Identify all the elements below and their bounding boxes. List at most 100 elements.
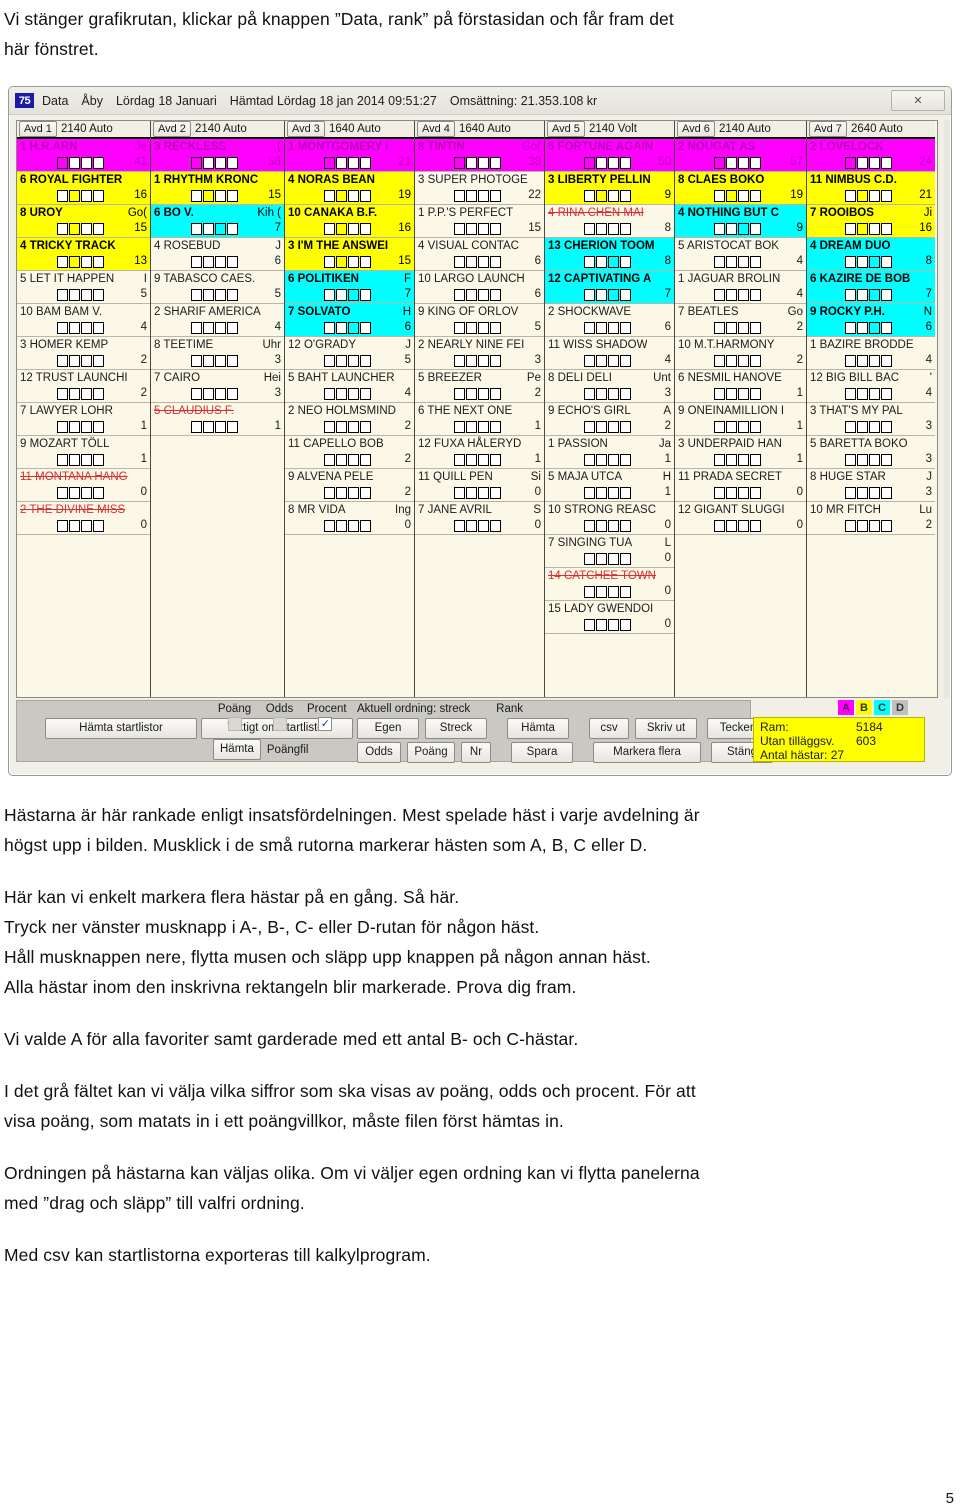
marker-box-a[interactable] [453, 453, 465, 466]
marker-box-b[interactable] [335, 453, 347, 466]
horse-row[interactable]: 8 HUGE STAR J 3 [807, 468, 935, 502]
marker-box-b[interactable] [857, 387, 869, 400]
abcd-marker-boxes[interactable] [453, 486, 502, 499]
marker-box-b[interactable] [857, 288, 869, 301]
marker-box-c[interactable] [738, 255, 750, 268]
marker-box-d[interactable] [489, 321, 501, 334]
marker-box-a[interactable] [453, 486, 465, 499]
marker-box-d[interactable] [226, 189, 238, 202]
marker-box-d[interactable] [359, 387, 371, 400]
marker-box-a[interactable] [323, 420, 335, 433]
horse-row[interactable]: 6 FORTUNE AGAIN 50 [545, 138, 674, 172]
marker-box-b[interactable] [68, 453, 80, 466]
marker-box-d[interactable] [619, 552, 631, 565]
marker-box-d[interactable] [619, 618, 631, 631]
marker-box-c[interactable] [80, 288, 92, 301]
marker-box-b[interactable] [68, 354, 80, 367]
marker-box-d[interactable] [489, 156, 501, 169]
abcd-marker-boxes[interactable] [714, 387, 762, 400]
marker-box-d[interactable] [92, 420, 104, 433]
marker-box-d[interactable] [226, 156, 238, 169]
marker-box-b[interactable] [595, 585, 607, 598]
fetch-startlists-button[interactable]: Hämta startlistor [45, 718, 197, 739]
marker-box-a[interactable] [714, 288, 726, 301]
division-tag-button[interactable]: Avd 5 [547, 121, 585, 137]
marker-box-a[interactable] [845, 255, 857, 268]
checkbox-odds[interactable] [272, 717, 287, 731]
marker-box-b[interactable] [726, 486, 738, 499]
abcd-marker-boxes[interactable] [845, 321, 893, 334]
marker-box-a[interactable] [583, 288, 595, 301]
marker-box-b[interactable] [465, 255, 477, 268]
horse-row[interactable]: 6 POLITIKEN F 7 [285, 270, 414, 304]
marker-box-c[interactable] [869, 420, 881, 433]
marker-box-a[interactable] [56, 453, 68, 466]
markera-flera-button[interactable]: Markera flera [593, 742, 701, 763]
horse-row[interactable]: 3 RECKLESS (56 [151, 138, 284, 172]
marker-box-a[interactable] [323, 486, 335, 499]
marker-box-c[interactable] [869, 255, 881, 268]
abcd-marker-boxes[interactable] [845, 189, 893, 202]
marker-box-d[interactable] [619, 486, 631, 499]
marker-box-b[interactable] [726, 519, 738, 532]
abcd-marker-boxes[interactable] [714, 354, 762, 367]
abcd-marker-boxes[interactable] [190, 156, 239, 169]
marker-box-c[interactable] [477, 387, 489, 400]
marker-box-c[interactable] [477, 222, 489, 235]
abcd-marker-boxes[interactable] [714, 222, 762, 235]
marker-box-c[interactable] [214, 222, 226, 235]
marker-box-b[interactable] [335, 255, 347, 268]
marker-box-a[interactable] [845, 486, 857, 499]
marker-box-d[interactable] [619, 585, 631, 598]
marker-box-b[interactable] [595, 420, 607, 433]
marker-box-b[interactable] [335, 156, 347, 169]
order-odds-button[interactable]: Odds [357, 742, 401, 763]
abcd-marker-boxes[interactable] [714, 519, 762, 532]
marker-box-a[interactable] [583, 486, 595, 499]
horse-row[interactable]: 11 NIMBUS C.D. 21 [807, 171, 935, 205]
division-tag-button[interactable]: Avd 2 [153, 121, 191, 137]
abcd-marker-boxes[interactable] [583, 189, 632, 202]
abcd-marker-boxes[interactable] [714, 420, 762, 433]
marker-box-d[interactable] [489, 189, 501, 202]
abcd-marker-boxes[interactable] [583, 288, 632, 301]
marker-box-c[interactable] [347, 486, 359, 499]
marker-box-c[interactable] [477, 156, 489, 169]
marker-box-a[interactable] [56, 420, 68, 433]
marker-box-b[interactable] [857, 519, 869, 532]
horse-row[interactable]: 5 LET IT HAPPEN I 5 [17, 270, 150, 304]
horse-row[interactable]: 1 MONTGOMERY I 21 [285, 138, 414, 172]
marker-box-a[interactable] [453, 255, 465, 268]
marker-box-c[interactable] [869, 288, 881, 301]
abcd-marker-boxes[interactable] [453, 255, 502, 268]
horse-row[interactable]: 4 ROSEBUD J 6 [151, 237, 284, 271]
marker-box-a[interactable] [845, 453, 857, 466]
horse-row[interactable]: 15 LADY GWENDOI 0 [545, 600, 674, 634]
legend-c[interactable]: C [874, 700, 890, 715]
abcd-marker-boxes[interactable] [845, 354, 893, 367]
marker-box-b[interactable] [595, 321, 607, 334]
abcd-marker-boxes[interactable] [845, 486, 893, 499]
marker-box-c[interactable] [477, 354, 489, 367]
marker-box-c[interactable] [607, 156, 619, 169]
marker-box-b[interactable] [465, 156, 477, 169]
abcd-marker-boxes[interactable] [845, 156, 893, 169]
marker-box-d[interactable] [750, 288, 762, 301]
marker-box-d[interactable] [881, 255, 893, 268]
marker-box-c[interactable] [607, 453, 619, 466]
abcd-marker-boxes[interactable] [323, 156, 372, 169]
marker-box-a[interactable] [583, 189, 595, 202]
marker-box-c[interactable] [347, 156, 359, 169]
abcd-marker-boxes[interactable] [56, 189, 105, 202]
abcd-marker-boxes[interactable] [190, 354, 239, 367]
marker-box-b[interactable] [202, 354, 214, 367]
division-tag-button[interactable]: Avd 1 [19, 121, 57, 137]
marker-box-c[interactable] [80, 321, 92, 334]
horse-row[interactable]: 7 SOLVATO H 6 [285, 303, 414, 337]
marker-box-d[interactable] [92, 354, 104, 367]
marker-box-c[interactable] [80, 189, 92, 202]
marker-box-b[interactable] [68, 189, 80, 202]
marker-box-c[interactable] [738, 387, 750, 400]
marker-box-a[interactable] [714, 486, 726, 499]
marker-box-c[interactable] [738, 519, 750, 532]
